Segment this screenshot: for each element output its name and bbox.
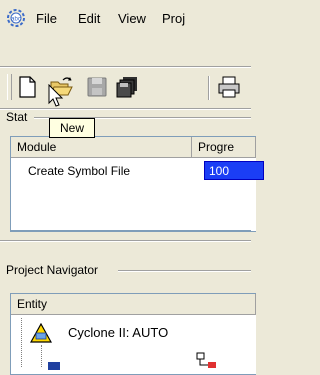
module-cell: Create Symbol File [28, 164, 131, 178]
tooltip: New [49, 118, 95, 138]
svg-text:abc: abc [11, 17, 21, 23]
menu-project[interactable]: Proj [162, 11, 185, 26]
project-navigator-title: Project Navigator [6, 263, 99, 277]
tree-line-child [41, 345, 42, 367]
menu-bar: abc File Edit View Proj [0, 0, 251, 36]
menu-view[interactable]: View [118, 11, 146, 26]
column-header-module[interactable]: Module [11, 137, 192, 158]
hierarchy-icon [196, 352, 216, 368]
warning-icon [30, 323, 52, 343]
save-all-icon[interactable] [114, 74, 140, 100]
column-header-progress[interactable]: Progre [192, 137, 256, 158]
status-bottom-border [10, 230, 251, 231]
chip-icon [48, 362, 60, 370]
print-icon[interactable] [216, 74, 242, 100]
toolbar-bottom-divider [0, 108, 251, 110]
panel-splitter[interactable] [0, 240, 251, 242]
navigator-title-groove [118, 270, 251, 272]
column-header-entity[interactable]: Entity [11, 294, 256, 315]
menu-file[interactable]: File [36, 11, 57, 26]
new-file-icon[interactable] [14, 74, 40, 100]
menu-edit[interactable]: Edit [78, 11, 100, 26]
toolbar-grip[interactable] [7, 74, 12, 100]
device-tree-item[interactable]: Cyclone II: AUTO [68, 325, 168, 340]
save-icon[interactable] [84, 74, 110, 100]
status-table: Module Progre Create Symbol File 100 [10, 136, 264, 232]
status-panel-title: Stat [6, 110, 28, 124]
toolbar-separator [208, 76, 210, 100]
mouse-cursor-icon [48, 84, 64, 107]
tree-line [21, 318, 22, 367]
progress-bar: 100 [204, 161, 264, 180]
app-icon[interactable]: abc [6, 8, 26, 28]
toolbar-top-divider [0, 66, 251, 68]
